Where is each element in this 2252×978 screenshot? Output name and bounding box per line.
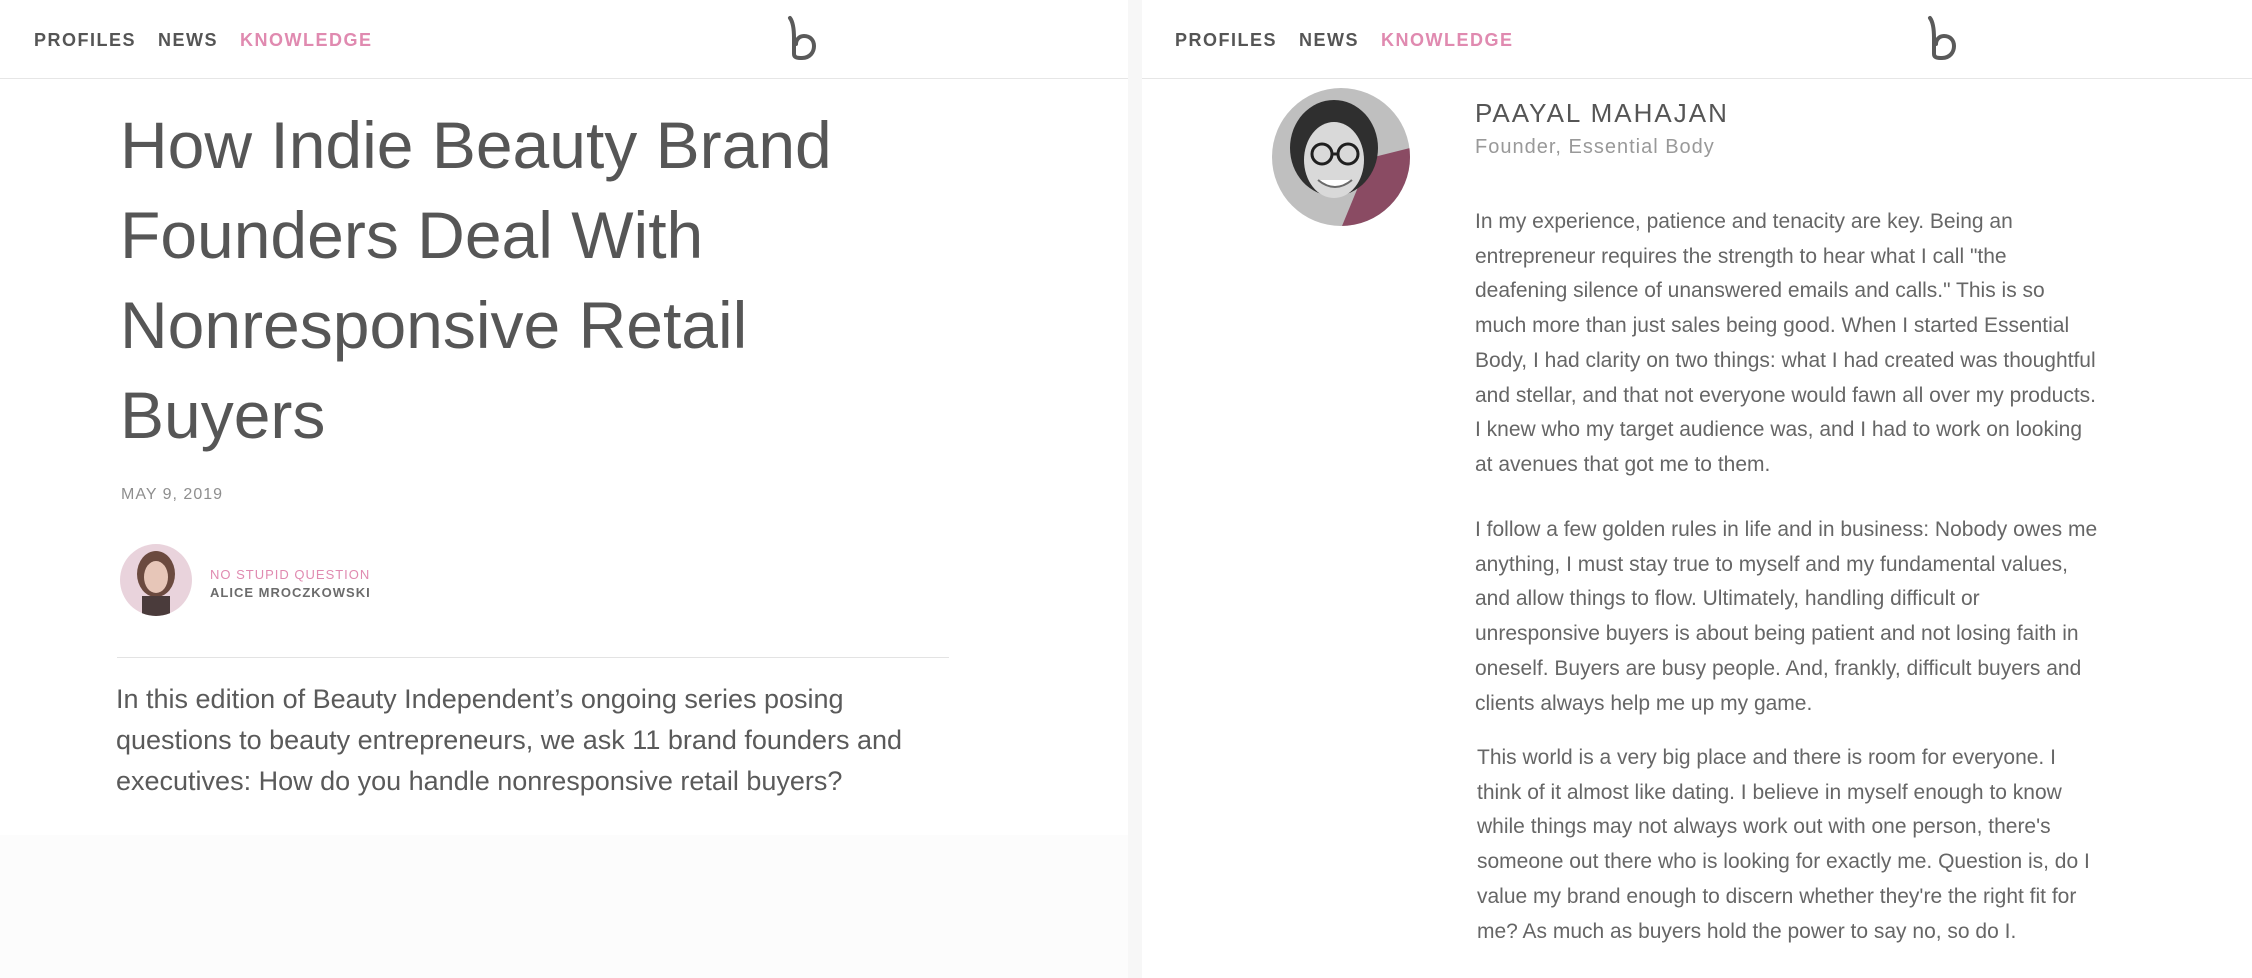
series-label[interactable]: NO STUPID QUESTION (210, 567, 371, 582)
nav-profiles[interactable]: PROFILES (34, 30, 136, 51)
answer-paragraph: In my experience, patience and tenacity … (1475, 210, 2097, 476)
author-byline: NO STUPID QUESTION ALICE MROCZKOWSKI (120, 544, 371, 616)
nav-knowledge[interactable]: KNOWLEDGE (240, 30, 373, 51)
author-avatar[interactable] (120, 544, 192, 616)
nav-profiles[interactable]: PROFILES (1175, 30, 1277, 51)
brand-logo-icon[interactable] (1924, 14, 1958, 62)
brand-logo-icon[interactable] (784, 14, 818, 62)
main-nav: PROFILES NEWS KNOWLEDGE (34, 30, 373, 51)
article-intro: In this edition of Beauty Independent’s … (116, 684, 903, 796)
nav-news[interactable]: NEWS (1299, 30, 1359, 51)
top-nav-bar: PROFILES NEWS KNOWLEDGE (0, 0, 1128, 79)
nav-news[interactable]: NEWS (158, 30, 218, 51)
profile-panel: PROFILES NEWS KNOWLEDGE PAAYAL MAHAJAN F… (1142, 0, 2252, 978)
panel-bottom-area (0, 835, 1128, 978)
author-name[interactable]: ALICE MROCZKOWSKI (210, 585, 371, 600)
panel-gap (1128, 0, 1142, 978)
top-nav-bar: PROFILES NEWS KNOWLEDGE (1142, 0, 2252, 79)
nav-knowledge[interactable]: KNOWLEDGE (1381, 30, 1514, 51)
answer-paragraph: This world is a very big place and there… (1477, 746, 2090, 943)
divider (117, 657, 949, 658)
profile-name: PAAYAL MAHAJAN (1475, 98, 1729, 128)
main-nav: PROFILES NEWS KNOWLEDGE (1175, 30, 1514, 51)
article-title: How Indie Beauty Brand Founders Deal Wit… (120, 108, 832, 452)
article-date: MAY 9, 2019 (121, 486, 224, 503)
profile-role: Founder, Essential Body (1475, 136, 1715, 158)
answer-paragraph: I follow a few golden rules in life and … (1475, 518, 2098, 715)
profile-avatar (1272, 88, 1410, 226)
article-panel: PROFILES NEWS KNOWLEDGE How Indie Beauty… (0, 0, 1128, 978)
